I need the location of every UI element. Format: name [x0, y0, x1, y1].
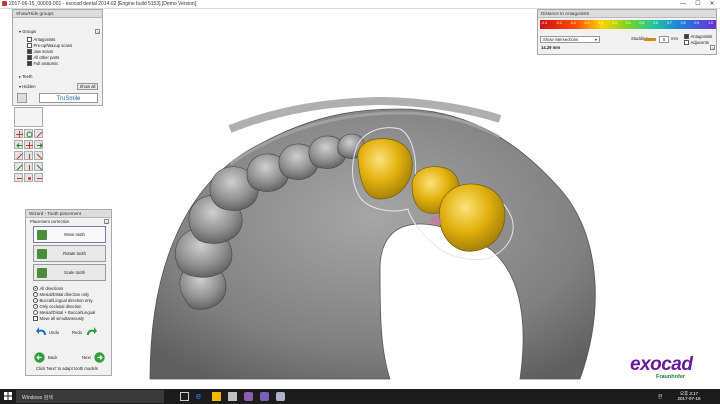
- full-anatomic-checkbox[interactable]: [27, 61, 32, 67]
- exocad-logo: exocad Fraunhofer: [630, 354, 693, 380]
- distance-value: 14.29 mm: [541, 45, 561, 50]
- show-all-button[interactable]: Show all: [77, 83, 98, 90]
- nudge-center-icon[interactable]: [24, 173, 33, 182]
- option-mesial-distal[interactable]: Mesial/Distal direction only: [33, 292, 89, 298]
- antagonists-checkbox[interactable]: [27, 37, 32, 43]
- move-tooth-icon: [37, 230, 47, 240]
- group-preop[interactable]: Pre-op/Waxup scans: [27, 43, 72, 49]
- maximize-button[interactable]: ☐: [691, 0, 705, 8]
- wizard-panel: Wizard - Tooth placement Placement corre…: [25, 209, 112, 376]
- move-icon[interactable]: [14, 129, 23, 138]
- next-button[interactable]: Next: [78, 352, 108, 364]
- wizard-footer: Click 'Next' to adapt tooth models: [36, 366, 98, 371]
- wizard-title: Wizard - Tooth placement: [26, 210, 111, 218]
- scale-icon[interactable]: [34, 129, 43, 138]
- scale-tooth-icon: [37, 268, 47, 278]
- window-title: 2017-06-15_00003-001 - exocad dental 201…: [9, 1, 197, 7]
- twist-up-icon[interactable]: [24, 162, 33, 171]
- next-arrow-icon: [94, 352, 105, 363]
- back-arrow-icon: [34, 352, 45, 363]
- nudge-left-icon[interactable]: [14, 173, 23, 182]
- undo-button[interactable]: Undo: [36, 325, 66, 339]
- group-antagonists[interactable]: Antagonists: [27, 37, 55, 43]
- intersections-dropdown[interactable]: Show intersections ▾: [540, 36, 600, 43]
- trusmile-button[interactable]: TruSmile: [39, 93, 98, 103]
- tooth-thumbnail[interactable]: [17, 93, 27, 103]
- back-button[interactable]: Back: [34, 352, 64, 364]
- redo-button[interactable]: Redo: [72, 325, 102, 339]
- taskbar-search[interactable]: Windows 검색: [16, 390, 164, 403]
- jaw-scans-checkbox[interactable]: [27, 49, 32, 55]
- group-jaw-scans[interactable]: Jaw scans: [27, 49, 53, 55]
- adjacents-toggle-checkbox[interactable]: [684, 40, 689, 46]
- undo-icon: [36, 327, 46, 335]
- groups-section[interactable]: ▾ Groups: [19, 29, 36, 34]
- antagonists-toggle-checkbox[interactable]: [684, 34, 689, 40]
- clock-date: 2017-07-18: [677, 396, 701, 401]
- edge-icon[interactable]: e: [196, 392, 205, 401]
- file-explorer-icon[interactable]: [212, 392, 221, 401]
- option-buccal-lingual[interactable]: Buccal/Lingual direction only: [33, 298, 93, 304]
- help-icon[interactable]: ?: [95, 29, 100, 35]
- arrow-right-icon[interactable]: [34, 140, 43, 149]
- rotate-tooth-icon: [37, 249, 47, 259]
- option-mesial-buccal[interactable]: Mesial/Distal + Buccal/Lingual: [33, 310, 95, 316]
- studding-slider[interactable]: [644, 38, 656, 41]
- title-bar: 2017-06-15_00003-001 - exocad dental 201…: [0, 0, 720, 9]
- hidden-section[interactable]: ▾ Hidden: [19, 84, 36, 89]
- tool-column: [14, 107, 44, 195]
- task-view-icon[interactable]: [180, 392, 189, 401]
- logo-word: exocad: [630, 354, 693, 375]
- arrow-cross-icon[interactable]: [24, 140, 33, 149]
- group-other-parts[interactable]: All other parts: [27, 55, 59, 61]
- exocad-task-icon[interactable]: [244, 392, 253, 401]
- groups-panel-title: Show/Hide groups: [13, 10, 102, 18]
- wizard-help-icon[interactable]: ?: [104, 219, 109, 225]
- option-occlusal[interactable]: Only occlusal direction: [33, 304, 81, 310]
- groups-label: Groups: [22, 29, 36, 34]
- close-button[interactable]: ✕: [705, 0, 719, 8]
- minimize-button[interactable]: —: [676, 0, 690, 8]
- move-tooth-button[interactable]: Move tooth: [33, 226, 106, 243]
- move-all-checkbox[interactable]: Move all simultaneously: [33, 316, 84, 322]
- nudge-right-icon[interactable]: [34, 173, 43, 182]
- placement-section: Placement correction: [30, 219, 70, 224]
- group-full-anatomic[interactable]: Full anatomic: [27, 61, 58, 67]
- distance-panel: Distance to Antagonists -0.4 -0.2 0.0 0.1 0.…: [537, 9, 717, 55]
- app-icon: [2, 1, 7, 6]
- studding-unit: mm: [671, 36, 678, 41]
- tilt-right-icon[interactable]: [34, 151, 43, 160]
- adjacents-toggle[interactable]: Adjacents: [684, 40, 709, 46]
- rotate-tooth-button[interactable]: Rotate tooth: [33, 245, 106, 262]
- distance-panel-title: Distance to Antagonists: [538, 10, 716, 18]
- tilt-icon[interactable]: [14, 151, 23, 160]
- arrow-left-icon[interactable]: [14, 140, 23, 149]
- windows-start-icon[interactable]: [4, 392, 12, 400]
- view-cube-icon[interactable]: [14, 107, 43, 127]
- option-all-directions[interactable]: All directions: [33, 286, 63, 292]
- scale-labels: -0.4 -0.2 0.0 0.1 0.2 0.3 0.4 0.5 0.6 0.7 0.8 0.9 1.…: [541, 21, 713, 25]
- input-language[interactable]: 한: [658, 394, 662, 400]
- app-task-icon[interactable]: [276, 392, 285, 401]
- arrow-down-icon[interactable]: [24, 151, 33, 160]
- taskbar: Windows 검색 e 한 오후 3:17 2017-07-18: [0, 389, 720, 404]
- preop-checkbox[interactable]: [27, 43, 32, 49]
- groups-panel: Show/Hide groups ▾ Groups ? Antagonists …: [12, 9, 103, 106]
- chevron-down-icon: ▾: [594, 37, 597, 42]
- store-icon[interactable]: [228, 392, 237, 401]
- scale-tooth-button[interactable]: Scale tooth: [33, 264, 106, 281]
- other-parts-checkbox[interactable]: [27, 55, 32, 61]
- taskbar-clock[interactable]: 오후 3:17 2017-07-18: [672, 391, 706, 401]
- teeth-section[interactable]: ▸ Teeth: [19, 74, 32, 79]
- fraunhofer-label: Fraunhofer: [656, 374, 686, 380]
- distance-help-icon[interactable]: ?: [710, 45, 715, 51]
- antagonists-toggle[interactable]: Antagonists: [684, 34, 712, 40]
- studding-input[interactable]: 5: [659, 36, 669, 43]
- exocad-task-icon-2[interactable]: [260, 392, 269, 401]
- twist-left-icon[interactable]: [14, 162, 23, 171]
- redo-icon: [87, 327, 97, 335]
- rotate-icon[interactable]: [24, 129, 33, 138]
- twist-right-icon[interactable]: [34, 162, 43, 171]
